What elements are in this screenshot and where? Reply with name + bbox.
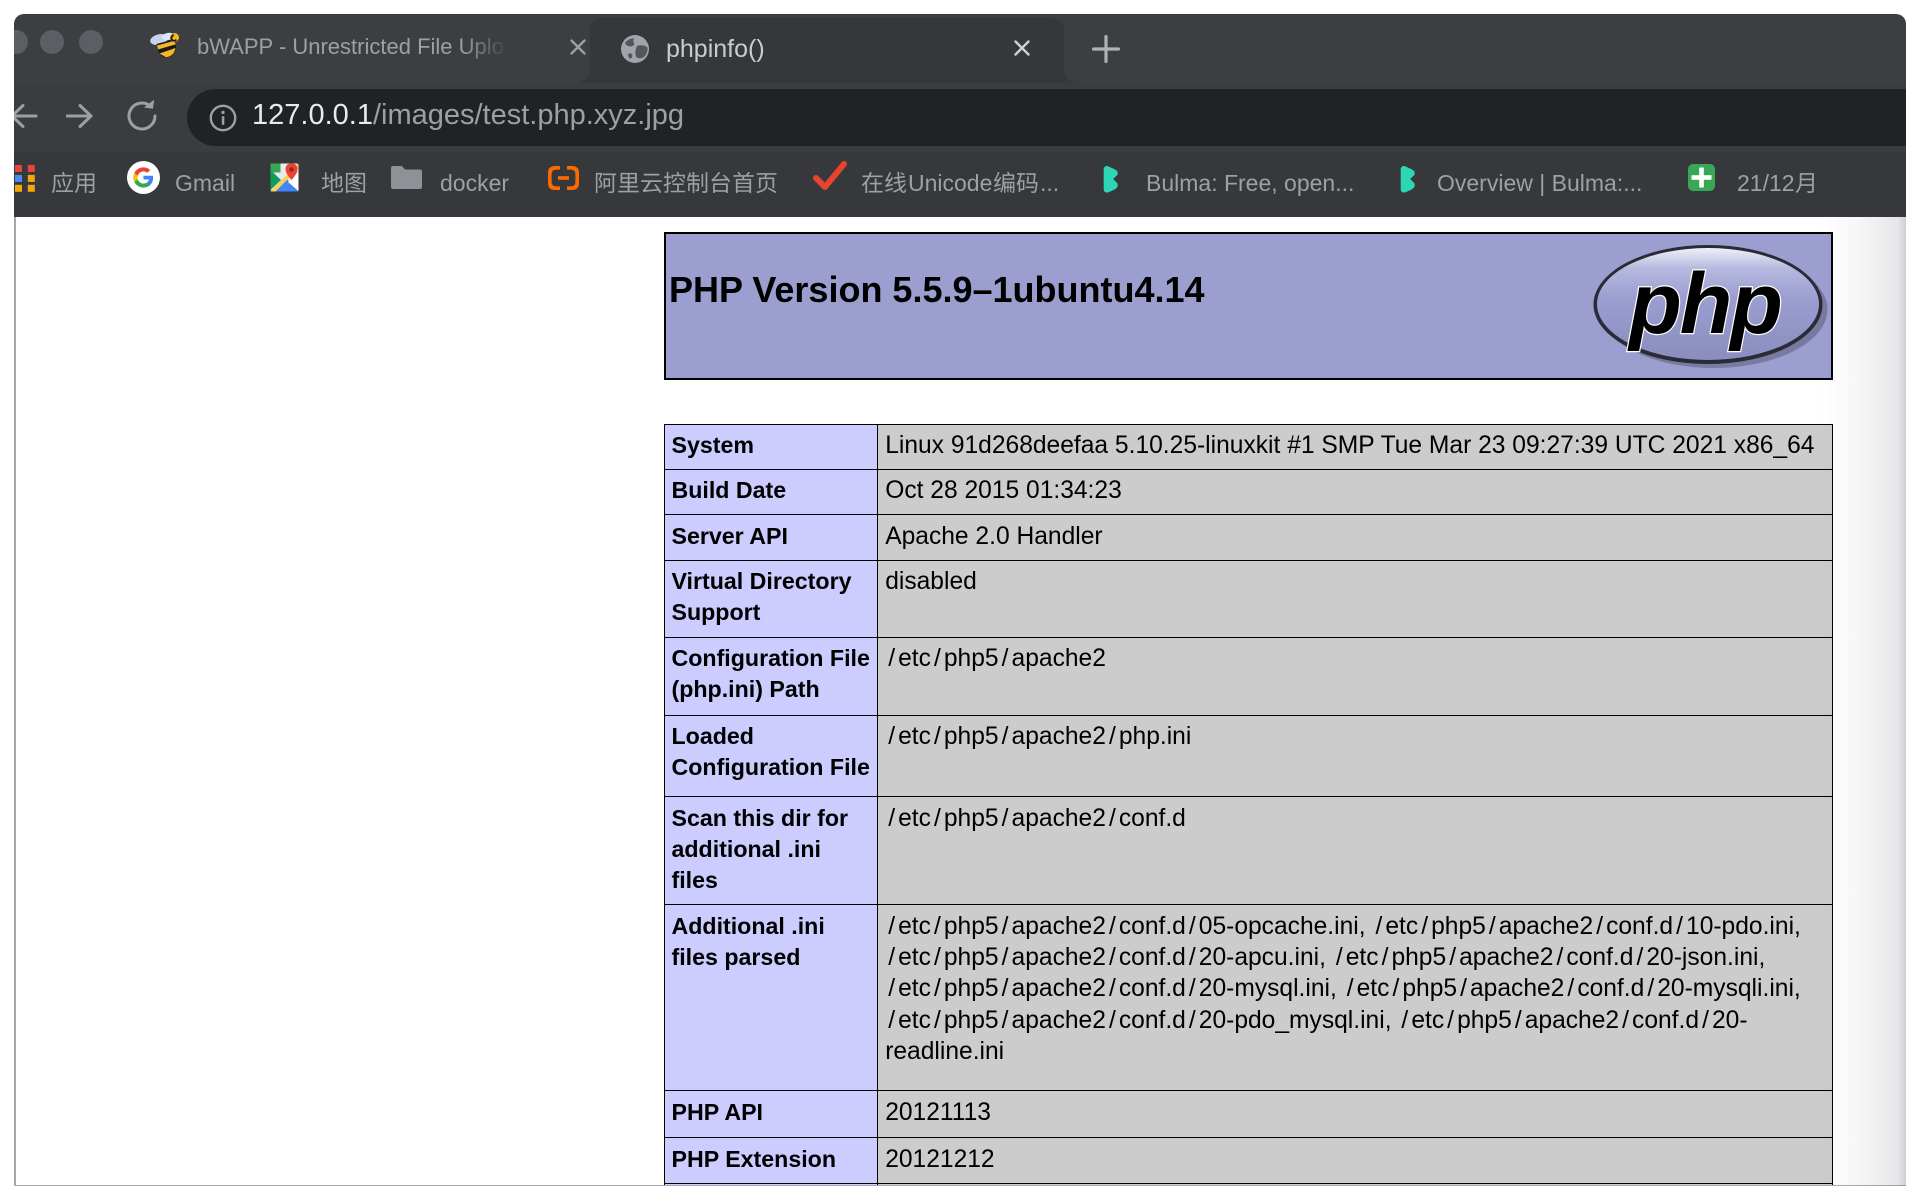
svg-text:php: php [1627, 256, 1781, 352]
